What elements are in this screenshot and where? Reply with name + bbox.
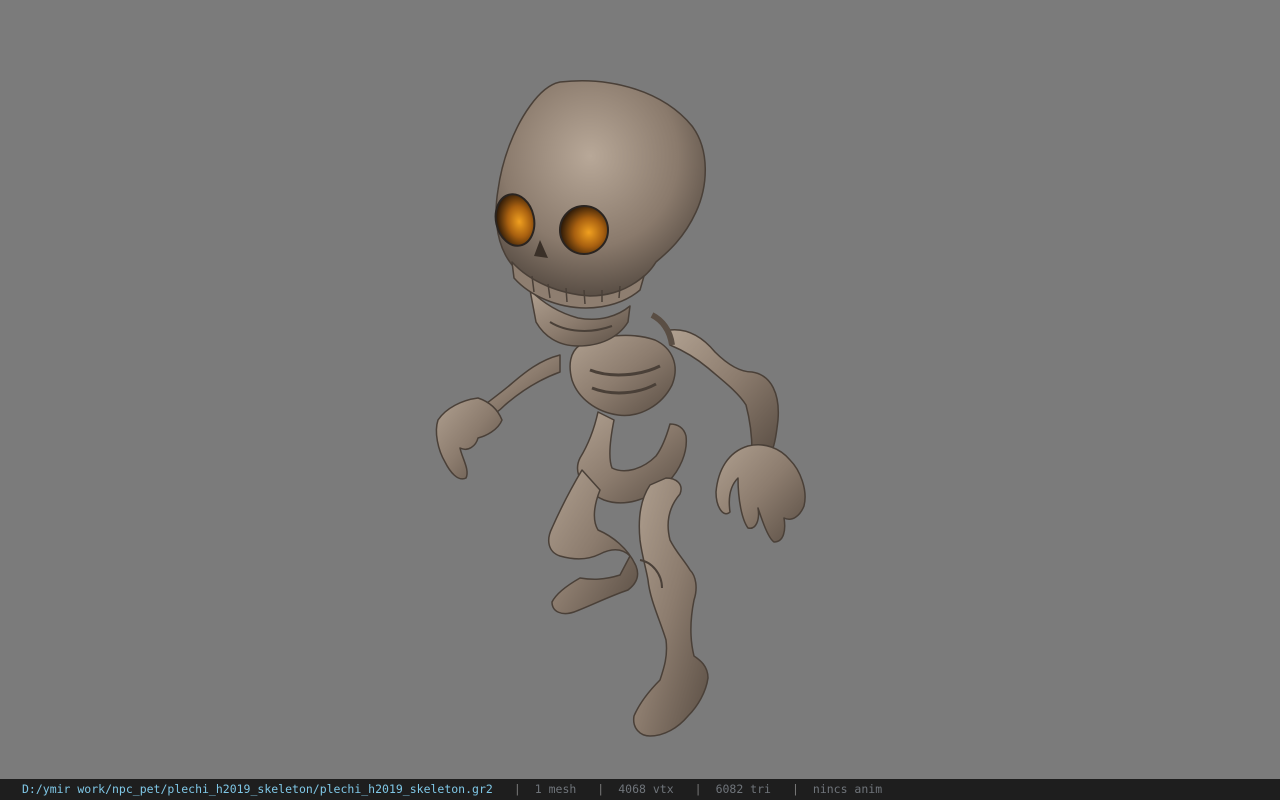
vertex-count: 4068 vtx bbox=[618, 782, 674, 796]
skeleton-body bbox=[435, 80, 806, 737]
right-leg bbox=[632, 477, 709, 737]
3d-viewport[interactable] bbox=[0, 0, 1280, 779]
separator: | bbox=[513, 782, 521, 796]
animation-status: nincs anim bbox=[812, 782, 883, 796]
triangle-count: 6082 tri bbox=[715, 782, 771, 796]
file-path: D:/ymir work/npc_pet/plechi_h2019_skelet… bbox=[22, 782, 493, 796]
skeleton-model bbox=[435, 80, 806, 737]
right-eye-socket bbox=[559, 205, 609, 255]
separator: | bbox=[791, 782, 799, 796]
mesh-count: 1 mesh bbox=[534, 782, 577, 796]
left-hand bbox=[435, 397, 503, 480]
right-hand bbox=[715, 444, 806, 543]
separator: | bbox=[597, 782, 605, 796]
status-bar: D:/ymir work/npc_pet/plechi_h2019_skelet… bbox=[0, 779, 1280, 800]
separator: | bbox=[694, 782, 702, 796]
skull bbox=[495, 80, 706, 298]
